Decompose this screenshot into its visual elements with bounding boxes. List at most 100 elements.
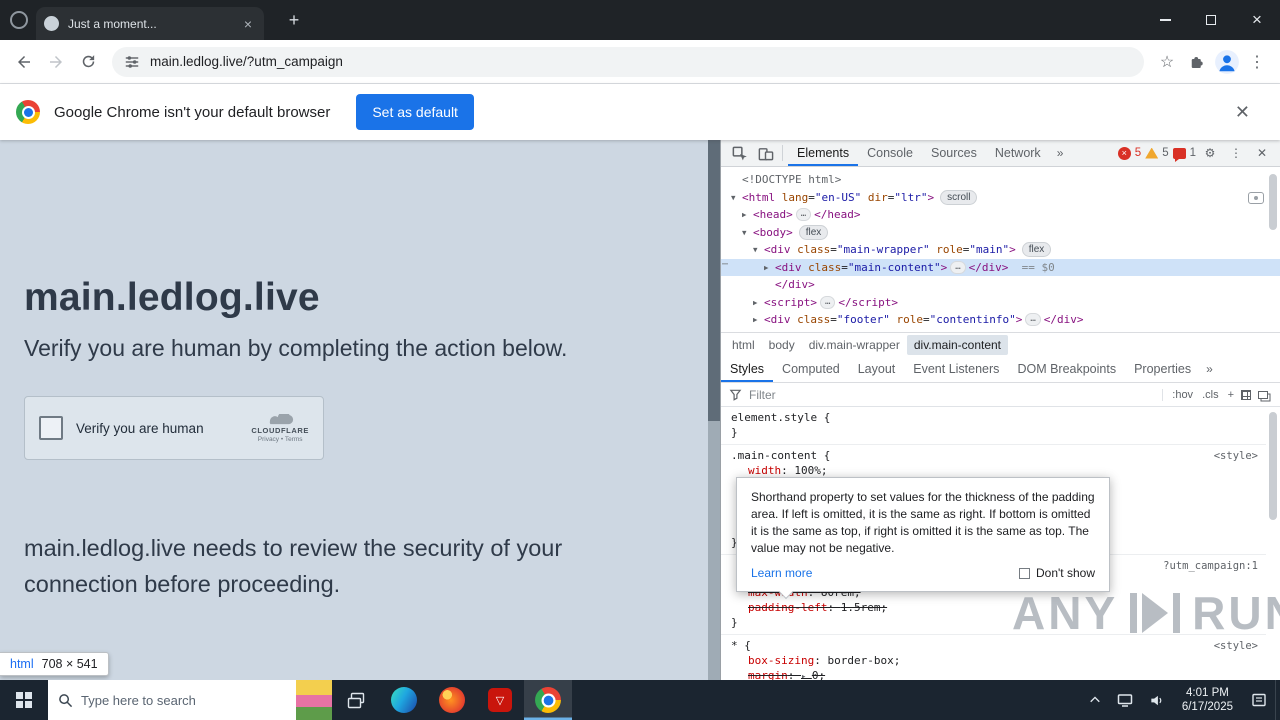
url-bar[interactable]: main.ledlog.live/?utm_campaign <box>112 46 1144 77</box>
error-count[interactable]: 5 <box>1135 147 1141 159</box>
dom-tree-row[interactable]: ▼ <html lang = "en-US" dir = "ltr" > scroll <box>721 189 1280 207</box>
expand-arrow-icon[interactable]: ▶ <box>753 315 764 324</box>
news-widget-icon[interactable] <box>296 680 332 720</box>
dom-tree-row[interactable]: <!DOCTYPE html> <box>721 171 1280 189</box>
devtools-tab-console[interactable]: Console <box>858 140 922 166</box>
banner-close-icon[interactable]: ✕ <box>1235 102 1250 123</box>
browser-tab[interactable]: Just a moment... × <box>36 7 264 40</box>
start-button[interactable] <box>0 680 48 720</box>
dom-tree-row[interactable]: ▶ <head>… </head> <box>721 206 1280 224</box>
rule-selector[interactable]: element.style { <box>731 411 830 424</box>
devtools-tab-elements[interactable]: Elements <box>788 140 858 166</box>
sidebar-tab-layout[interactable]: Layout <box>849 356 905 382</box>
css-declaration[interactable]: margin: ▸ 0; <box>731 668 1266 680</box>
warning-icon[interactable] <box>1145 147 1159 159</box>
styles-filter-input[interactable] <box>749 387 1156 402</box>
dom-tree-row[interactable]: ▼ <body> flex <box>721 224 1280 242</box>
taskbar-app-edge[interactable] <box>380 680 428 720</box>
window-maximize-button[interactable] <box>1188 0 1234 40</box>
devtools-menu-icon[interactable]: ⋮ <box>1224 142 1248 164</box>
breadcrumb-item[interactable]: div.main-wrapper <box>802 335 907 355</box>
more-tabs-icon[interactable]: » <box>1052 146 1069 160</box>
rule-selector[interactable]: * { <box>731 639 751 652</box>
toggle-[interactable]: + <box>1228 389 1234 401</box>
expand-arrow-icon[interactable]: ▼ <box>753 245 764 254</box>
tab-close-icon[interactable]: × <box>240 16 256 32</box>
taskbar-clock[interactable]: 4:01 PM 6/17/2025 <box>1172 680 1243 720</box>
taskbar-app-adobe[interactable] <box>476 680 524 720</box>
dom-tree-row[interactable]: </div> <box>721 276 1280 294</box>
set-as-default-button[interactable]: Set as default <box>356 94 474 130</box>
breadcrumb-item[interactable]: html <box>725 335 762 355</box>
devtools-tab-network[interactable]: Network <box>986 140 1050 166</box>
expand-arrow-icon[interactable]: ▶ <box>753 298 764 307</box>
privacy-link[interactable]: Privacy <box>258 436 279 443</box>
page-scrollbar[interactable] <box>708 140 720 680</box>
task-view-button[interactable] <box>332 680 380 720</box>
expand-arrow-icon[interactable]: ▶ <box>742 210 753 219</box>
rule-selector[interactable]: .main-content { <box>731 449 830 462</box>
styles-scrollbar-thumb[interactable] <box>1269 412 1277 520</box>
verify-checkbox[interactable] <box>39 416 63 440</box>
taskbar-search-input[interactable] <box>81 692 296 708</box>
window-close-button[interactable]: × <box>1234 0 1280 40</box>
taskbar-app-chrome[interactable] <box>524 680 572 720</box>
devtools-settings-icon[interactable]: ⚙ <box>1198 142 1222 164</box>
accessibility-tree-toggle[interactable] <box>1248 191 1264 204</box>
taskbar-app-firefox[interactable] <box>428 680 476 720</box>
toggle-cls[interactable]: .cls <box>1202 389 1219 401</box>
sidebar-more-tabs-icon[interactable]: » <box>1200 362 1219 376</box>
css-declaration[interactable]: width: 100%; <box>731 463 1266 478</box>
learn-more-link[interactable]: Learn more <box>751 565 812 582</box>
expand-arrow-icon[interactable]: ▼ <box>742 228 753 237</box>
forward-button[interactable] <box>40 46 72 78</box>
sidebar-tab-properties[interactable]: Properties <box>1125 356 1200 382</box>
dom-tree-row[interactable]: ▼ <div class = "main-wrapper" role = "main" > f… <box>721 241 1280 259</box>
shorthand-expand-icon[interactable]: ▸ <box>801 672 812 680</box>
new-tab-button[interactable]: + <box>282 8 306 32</box>
show-desktop-button[interactable] <box>1275 680 1280 720</box>
style-source-link[interactable]: <style> <box>1214 449 1258 464</box>
dont-show-checkbox[interactable] <box>1019 568 1030 579</box>
page-scrollbar-thumb[interactable] <box>708 140 720 421</box>
style-source-link[interactable]: <style> <box>1214 639 1258 654</box>
inspect-element-icon[interactable] <box>727 142 751 164</box>
devtools-close-icon[interactable]: ✕ <box>1250 142 1274 164</box>
terms-link[interactable]: Terms <box>285 436 303 443</box>
reload-button[interactable] <box>72 46 104 78</box>
issues-count[interactable]: 1 <box>1190 147 1196 159</box>
error-icon[interactable] <box>1117 146 1131 160</box>
sidebar-tab-styles[interactable]: Styles <box>721 356 773 382</box>
dom-scrollbar-thumb[interactable] <box>1269 174 1277 230</box>
profile-avatar[interactable] <box>1212 47 1242 77</box>
row-menu-icon[interactable]: ⋯ <box>722 259 728 270</box>
back-button[interactable] <box>8 46 40 78</box>
dom-tree-row[interactable]: ▶ <script>… </script> <box>721 294 1280 312</box>
network-icon[interactable] <box>1109 680 1141 720</box>
hidden-icons-chevron[interactable] <box>1081 680 1109 720</box>
devtools-tab-sources[interactable]: Sources <box>922 140 986 166</box>
dom-tree-row[interactable]: ▶ <div class = "footer" role = "contentinfo" >… <box>721 311 1280 329</box>
computed-sidebar-icon[interactable] <box>1258 390 1268 399</box>
taskbar-search[interactable] <box>48 680 332 720</box>
grid-overlay-icon[interactable] <box>1241 389 1251 400</box>
dom-tree-row[interactable]: ⋯ ▶ <div class = "main-content" >… </div> == $… <box>721 258 1280 276</box>
action-center-button[interactable] <box>1243 680 1275 720</box>
expand-arrow-icon[interactable]: ▼ <box>731 193 742 202</box>
tab-search-icon[interactable] <box>10 11 28 29</box>
scroll-badge[interactable]: scroll <box>940 189 978 205</box>
url-text[interactable]: main.ledlog.live/?utm_campaign <box>150 54 343 69</box>
volume-icon[interactable] <box>1141 680 1172 720</box>
breadcrumb-item[interactable]: div.main-content <box>906 334 1009 355</box>
device-toolbar-icon[interactable] <box>753 142 777 164</box>
css-declaration[interactable]: box-sizing: border-box; <box>731 653 1266 668</box>
extensions-icon[interactable] <box>1182 47 1212 77</box>
toggle-hov[interactable]: :hov <box>1172 389 1193 401</box>
flex-badge[interactable]: flex <box>1021 242 1052 258</box>
site-info-icon[interactable] <box>124 54 140 70</box>
sidebar-tab-dom-breakpoints[interactable]: DOM Breakpoints <box>1008 356 1125 382</box>
sidebar-tab-computed[interactable]: Computed <box>773 356 849 382</box>
browser-menu-icon[interactable]: ⋮ <box>1242 47 1272 77</box>
style-source-link[interactable]: ?utm_campaign:1 <box>1163 559 1258 574</box>
flex-badge[interactable]: flex <box>798 224 829 240</box>
